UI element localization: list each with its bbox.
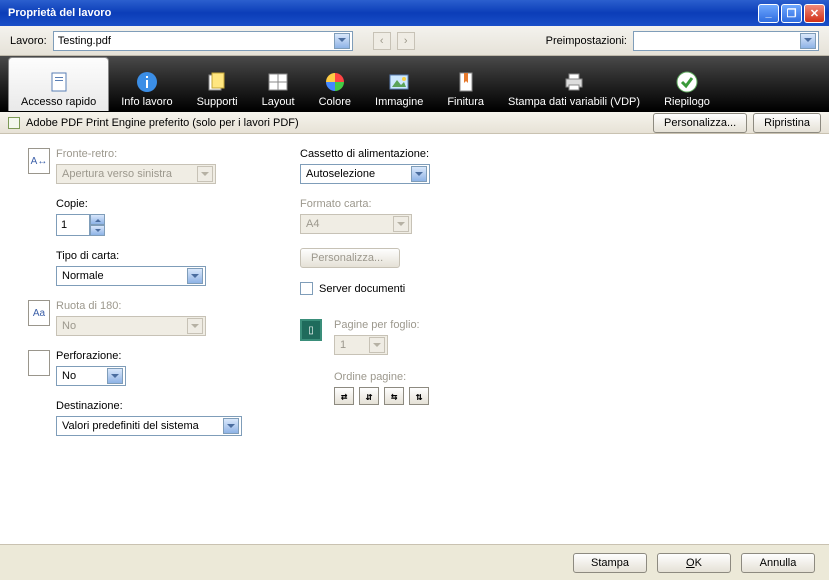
document-server-checkbox[interactable]: Server documenti: [300, 282, 660, 295]
rotate-icon: Aa: [28, 300, 50, 326]
footer: Stampa OK Annulla: [0, 544, 829, 580]
chevron-down-icon: [369, 337, 385, 353]
tab-layout[interactable]: Layout: [250, 57, 307, 111]
punch-icon: [28, 350, 50, 376]
chevron-down-icon: [334, 33, 350, 49]
duplex-icon: A↔: [28, 148, 50, 174]
copies-down-button[interactable]: [90, 225, 105, 236]
tab-quick-access[interactable]: Accesso rapido: [8, 57, 109, 111]
copies-up-button[interactable]: [90, 214, 105, 225]
page-order-option-4[interactable]: ⇅: [409, 387, 429, 405]
chevron-down-icon: [187, 318, 203, 334]
pages-per-sheet-select: 1: [334, 335, 388, 355]
paper-size-select: A4: [300, 214, 412, 234]
chevron-down-icon: [800, 33, 816, 49]
pdf-engine-label: Adobe PDF Print Engine preferito (solo p…: [26, 117, 299, 129]
tab-label: Finitura: [447, 96, 484, 108]
print-button[interactable]: Stampa: [573, 553, 647, 573]
tab-label: Immagine: [375, 96, 423, 108]
paper-size-label: Formato carta:: [300, 198, 660, 210]
tab-summary[interactable]: Riepilogo: [652, 57, 722, 111]
document-server-label: Server documenti: [319, 283, 405, 295]
window-title: Proprietà del lavoro: [8, 7, 758, 19]
image-icon: [387, 70, 411, 94]
customize-button[interactable]: Personalizza...: [653, 113, 747, 133]
paper-type-select[interactable]: Normale: [56, 266, 206, 286]
page-order-option-3[interactable]: ⇆: [384, 387, 404, 405]
copies-label: Copie:: [56, 198, 300, 210]
tab-label: Info lavoro: [121, 96, 172, 108]
tab-vdp[interactable]: Stampa dati variabili (VDP): [496, 57, 652, 111]
chevron-down-icon: [223, 418, 239, 434]
page-order-option-1[interactable]: ⇄: [334, 387, 354, 405]
job-row: Lavoro: Testing.pdf ‹ › Preimpostazioni:: [0, 26, 829, 56]
prev-job-button[interactable]: ‹: [373, 32, 391, 50]
chevron-down-icon: [187, 268, 203, 284]
tab-finishing[interactable]: Finitura: [435, 57, 496, 111]
tab-label: Supporti: [197, 96, 238, 108]
printer-icon: [562, 70, 586, 94]
maximize-button[interactable]: ❐: [781, 4, 802, 23]
cancel-button[interactable]: Annulla: [741, 553, 815, 573]
engine-bar: Adobe PDF Print Engine preferito (solo p…: [0, 112, 829, 134]
minimize-button[interactable]: _: [758, 4, 779, 23]
page-order-option-2[interactable]: ⇵: [359, 387, 379, 405]
tab-media[interactable]: Supporti: [185, 57, 250, 111]
close-button[interactable]: ✕: [804, 4, 825, 23]
duplex-label: Fronte-retro:: [56, 148, 300, 160]
destination-select[interactable]: Valori predefiniti del sistema: [56, 416, 242, 436]
tab-label: Colore: [319, 96, 351, 108]
tab-label: Riepilogo: [664, 96, 710, 108]
rotate-select: No: [56, 316, 206, 336]
job-value: Testing.pdf: [58, 35, 334, 47]
content-area: A↔ Fronte-retro: Apertura verso sinistra…: [0, 134, 829, 544]
punch-label: Perforazione:: [56, 350, 300, 362]
punch-select[interactable]: No: [56, 366, 126, 386]
preset-combo[interactable]: [633, 31, 819, 51]
destination-label: Destinazione:: [56, 400, 300, 412]
tab-label: Accesso rapido: [21, 96, 96, 108]
chevron-down-icon: [197, 166, 213, 182]
tab-image[interactable]: Immagine: [363, 57, 435, 111]
chevron-down-icon: [411, 166, 427, 182]
tab-bar: Accesso rapido Info lavoro Supporti Layo…: [0, 56, 829, 112]
tray-select[interactable]: Autoselezione: [300, 164, 430, 184]
paper-type-label: Tipo di carta:: [56, 250, 300, 262]
checkbox-icon: [300, 282, 313, 295]
paper-stack-icon: [205, 70, 229, 94]
tab-label: Stampa dati variabili (VDP): [508, 96, 640, 108]
pages-per-sheet-icon: ▯: [300, 319, 322, 341]
duplex-select: Apertura verso sinistra: [56, 164, 216, 184]
check-icon: [675, 70, 699, 94]
chevron-down-icon: [393, 216, 409, 232]
paper-size-customize-button: Personalizza...: [300, 248, 400, 268]
preset-label: Preimpostazioni:: [546, 35, 627, 47]
page-order-label: Ordine pagine:: [334, 371, 660, 383]
color-wheel-icon: [323, 70, 347, 94]
copies-spinner[interactable]: [56, 214, 300, 236]
document-icon: [47, 70, 71, 94]
job-combo[interactable]: Testing.pdf: [53, 31, 353, 51]
tab-label: Layout: [262, 96, 295, 108]
reset-button[interactable]: Ripristina: [753, 113, 821, 133]
tray-label: Cassetto di alimentazione:: [300, 148, 660, 160]
tab-color[interactable]: Colore: [307, 57, 363, 111]
job-label: Lavoro:: [10, 35, 47, 47]
ok-button[interactable]: OK: [657, 553, 731, 573]
rotate-label: Ruota di 180:: [56, 300, 300, 312]
layout-icon: [266, 70, 290, 94]
chevron-down-icon: [107, 368, 123, 384]
bookmark-icon: [454, 70, 478, 94]
next-job-button[interactable]: ›: [397, 32, 415, 50]
copies-input[interactable]: [56, 214, 90, 236]
info-icon: [135, 70, 159, 94]
pdf-engine-checkbox[interactable]: [8, 117, 20, 129]
tab-job-info[interactable]: Info lavoro: [109, 57, 184, 111]
titlebar: Proprietà del lavoro _ ❐ ✕: [0, 0, 829, 26]
pages-per-sheet-label: Pagine per foglio:: [334, 319, 660, 331]
